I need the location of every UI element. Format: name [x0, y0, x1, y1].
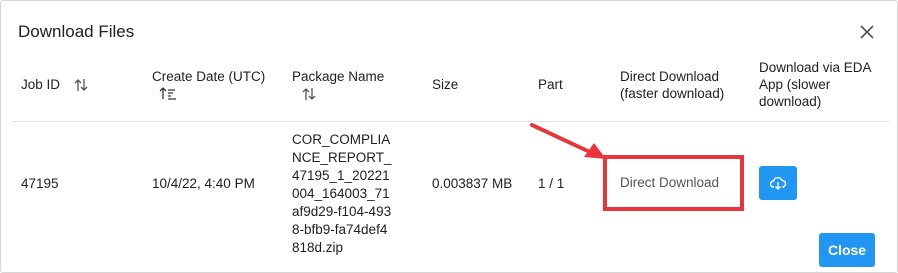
annotation-arrow: [530, 123, 606, 159]
header-create-date[interactable]: Create Date (UTC): [152, 68, 265, 85]
header-eda-line2: App (slower: [759, 77, 831, 92]
cell-create-date: 10/4/22, 4:40 PM: [152, 176, 255, 191]
header-package-name[interactable]: Package Name: [292, 68, 384, 85]
cell-job-id: 47195: [21, 176, 59, 191]
cell-part: 1 / 1: [538, 176, 565, 191]
download-files-dialog: Download Files Job ID Create Date (UTC) …: [0, 0, 898, 273]
close-button[interactable]: Close: [819, 233, 875, 267]
cell-size: 0.003837 MB: [432, 176, 513, 191]
cell-package-name: COR_COMPLIANCE_REPORT_47195_1_20221004_1…: [292, 132, 392, 255]
close-icon[interactable]: [858, 23, 876, 41]
sort-icon[interactable]: [73, 77, 89, 93]
header-direct-line1: Direct Download: [620, 69, 720, 84]
header-eda-download: Download via EDA App (slower download): [759, 59, 872, 110]
dialog-title: Download Files: [18, 22, 135, 41]
sort-ascending-icon[interactable]: [159, 86, 177, 100]
header-direct-download: Direct Download (faster download): [620, 68, 724, 102]
eda-download-button[interactable]: [759, 166, 797, 200]
header-job-id[interactable]: Job ID: [21, 76, 60, 93]
direct-download-link[interactable]: Direct Download: [620, 175, 719, 190]
header-eda-line1: Download via EDA: [759, 60, 872, 75]
header-part: Part: [538, 77, 563, 92]
header-direct-line2: (faster download): [620, 86, 725, 101]
header-eda-line3: download): [759, 94, 822, 109]
header-divider: [11, 121, 889, 122]
header-size: Size: [432, 77, 459, 92]
sort-icon[interactable]: [301, 86, 317, 102]
cloud-download-icon: [770, 177, 786, 190]
